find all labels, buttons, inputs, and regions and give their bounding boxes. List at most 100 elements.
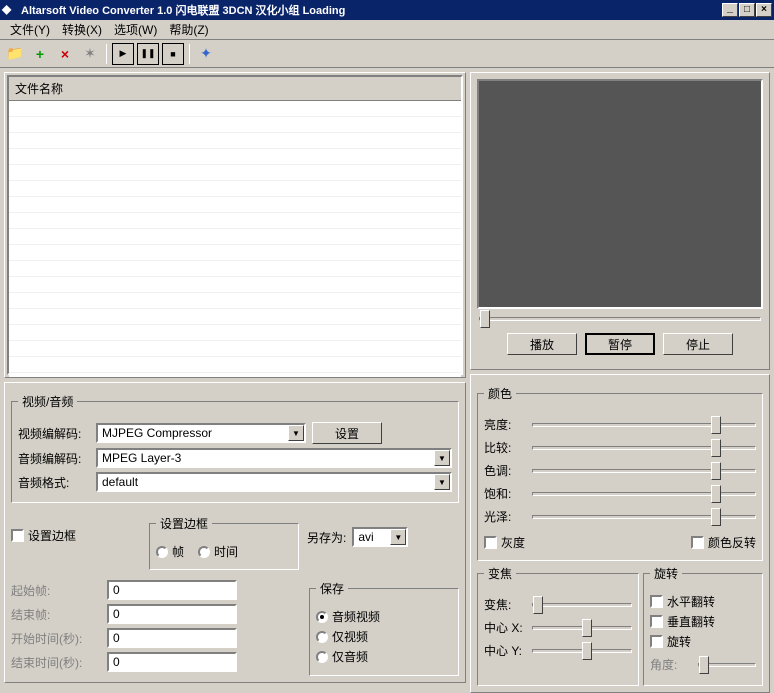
stop-icon[interactable]: ■ bbox=[162, 43, 184, 65]
flip-h-checkbox[interactable] bbox=[650, 595, 663, 608]
invert-checkbox[interactable] bbox=[691, 536, 704, 549]
rotate-checkbox[interactable] bbox=[650, 635, 663, 648]
play-button[interactable]: 播放 bbox=[507, 333, 577, 355]
start-time-input[interactable] bbox=[107, 628, 237, 648]
stop-button[interactable]: 停止 bbox=[663, 333, 733, 355]
centerx-slider[interactable] bbox=[532, 626, 632, 630]
video-audio-legend: 视频/音频 bbox=[18, 393, 77, 410]
end-frame-label: 结束帧: bbox=[11, 606, 101, 623]
menu-file[interactable]: 文件(Y) bbox=[4, 19, 56, 40]
start-time-label: 开始时间(秒): bbox=[11, 630, 101, 647]
border-legend: 设置边框 bbox=[156, 515, 212, 532]
clear-icon[interactable]: ✶ bbox=[79, 43, 101, 65]
app-icon: ◆ bbox=[2, 2, 18, 18]
file-list-body[interactable] bbox=[9, 101, 461, 377]
convert-icon[interactable]: ✦ bbox=[195, 43, 217, 65]
end-frame-input[interactable] bbox=[107, 604, 237, 624]
zoom-group: 变焦 变焦: 中心 X: 中心 Y: bbox=[477, 565, 639, 686]
grayscale-checkbox[interactable] bbox=[484, 536, 497, 549]
window-title: Altarsoft Video Converter 1.0 闪电联盟 3DCN … bbox=[21, 2, 722, 18]
flip-v-checkbox[interactable] bbox=[650, 615, 663, 628]
set-border-label: 设置边框 bbox=[28, 527, 76, 544]
time-radio-label: 时间 bbox=[214, 543, 238, 560]
border-group: 设置边框 帧 时间 bbox=[149, 515, 299, 570]
centery-slider[interactable] bbox=[532, 649, 632, 653]
chevron-down-icon[interactable]: ▼ bbox=[434, 450, 450, 466]
chevron-down-icon[interactable]: ▼ bbox=[390, 529, 406, 545]
start-frame-input[interactable] bbox=[107, 580, 237, 600]
video-codec-combo[interactable]: MJPEG Compressor ▼ bbox=[96, 423, 306, 443]
play-icon[interactable]: ▶ bbox=[112, 43, 134, 65]
centerx-label: 中心 X: bbox=[484, 619, 524, 636]
end-time-label: 结束时间(秒): bbox=[11, 654, 101, 671]
menu-help[interactable]: 帮助(Z) bbox=[163, 19, 214, 40]
angle-label: 角度: bbox=[650, 656, 690, 673]
pause-icon[interactable]: ❚❚ bbox=[137, 43, 159, 65]
frame-radio-label: 帧 bbox=[172, 543, 184, 560]
color-group: 颜色 亮度: 比较: 色调: 饱和: 光泽: 灰度 颜色反转 bbox=[477, 385, 763, 561]
flip-h-label: 水平翻转 bbox=[667, 593, 715, 610]
minimize-button[interactable]: _ bbox=[722, 3, 738, 17]
pause-button[interactable]: 暂停 bbox=[585, 333, 655, 355]
save-video-label: 仅视频 bbox=[332, 628, 368, 645]
set-border-checkbox[interactable] bbox=[11, 529, 24, 542]
chevron-down-icon[interactable]: ▼ bbox=[434, 474, 450, 490]
zoom-legend: 变焦 bbox=[484, 565, 516, 582]
audio-format-combo[interactable]: default ▼ bbox=[96, 472, 452, 492]
add-icon[interactable]: + bbox=[29, 43, 51, 65]
open-file-icon[interactable]: 📁 bbox=[4, 43, 26, 65]
file-list[interactable]: 文件名称 bbox=[7, 75, 463, 375]
video-codec-label: 视频编解码: bbox=[18, 425, 90, 442]
preview-pane bbox=[477, 79, 763, 309]
time-radio[interactable] bbox=[198, 546, 210, 558]
save-av-radio[interactable] bbox=[316, 611, 328, 623]
gloss-slider[interactable] bbox=[532, 515, 756, 519]
grayscale-label: 灰度 bbox=[501, 534, 525, 551]
seek-slider[interactable] bbox=[479, 317, 761, 321]
contrast-label: 比较: bbox=[484, 439, 524, 456]
gloss-label: 光泽: bbox=[484, 508, 524, 525]
save-legend: 保存 bbox=[316, 580, 348, 597]
contrast-slider[interactable] bbox=[532, 446, 756, 450]
audio-format-label: 音频格式: bbox=[18, 474, 90, 491]
saveas-value: avi bbox=[358, 530, 373, 544]
close-button[interactable]: × bbox=[756, 3, 772, 17]
start-frame-label: 起始帧: bbox=[11, 582, 101, 599]
saveas-combo[interactable]: avi ▼ bbox=[352, 527, 408, 547]
save-video-radio[interactable] bbox=[316, 631, 328, 643]
rotate-label: 旋转 bbox=[667, 633, 691, 650]
maximize-button[interactable]: □ bbox=[739, 3, 755, 17]
invert-label: 颜色反转 bbox=[708, 534, 756, 551]
end-time-input[interactable] bbox=[107, 652, 237, 672]
audio-codec-combo[interactable]: MPEG Layer-3 ▼ bbox=[96, 448, 452, 468]
saturation-slider[interactable] bbox=[532, 492, 756, 496]
save-audio-radio[interactable] bbox=[316, 651, 328, 663]
angle-slider[interactable] bbox=[698, 663, 756, 667]
menu-convert[interactable]: 转换(X) bbox=[56, 19, 108, 40]
menubar: 文件(Y) 转换(X) 选项(W) 帮助(Z) bbox=[0, 20, 774, 40]
centery-label: 中心 Y: bbox=[484, 642, 524, 659]
saveas-label: 另存为: bbox=[307, 529, 346, 546]
chevron-down-icon[interactable]: ▼ bbox=[288, 425, 304, 441]
zoom-slider[interactable] bbox=[532, 603, 632, 607]
audio-codec-label: 音频编解码: bbox=[18, 450, 90, 467]
remove-icon[interactable]: × bbox=[54, 43, 76, 65]
video-audio-group: 视频/音频 视频编解码: MJPEG Compressor ▼ 设置 音频编解码… bbox=[11, 393, 459, 503]
brightness-label: 亮度: bbox=[484, 416, 524, 433]
video-codec-value: MJPEG Compressor bbox=[102, 426, 212, 440]
save-group: 保存 音频视频 仅视频 仅音频 bbox=[309, 580, 459, 676]
brightness-slider[interactable] bbox=[532, 423, 756, 427]
file-list-header[interactable]: 文件名称 bbox=[9, 77, 461, 101]
rotate-group: 旋转 水平翻转 垂直翻转 旋转 角度: bbox=[643, 565, 763, 686]
save-audio-label: 仅音频 bbox=[332, 648, 368, 665]
flip-v-label: 垂直翻转 bbox=[667, 613, 715, 630]
zoom-label: 变焦: bbox=[484, 596, 524, 613]
save-av-label: 音频视频 bbox=[332, 608, 380, 625]
color-legend: 颜色 bbox=[484, 385, 516, 402]
frame-radio[interactable] bbox=[156, 546, 168, 558]
settings-button[interactable]: 设置 bbox=[312, 422, 382, 444]
toolbar: 📁 + × ✶ ▶ ❚❚ ■ ✦ bbox=[0, 40, 774, 68]
titlebar: ◆ Altarsoft Video Converter 1.0 闪电联盟 3DC… bbox=[0, 0, 774, 20]
hue-slider[interactable] bbox=[532, 469, 756, 473]
menu-options[interactable]: 选项(W) bbox=[108, 19, 163, 40]
